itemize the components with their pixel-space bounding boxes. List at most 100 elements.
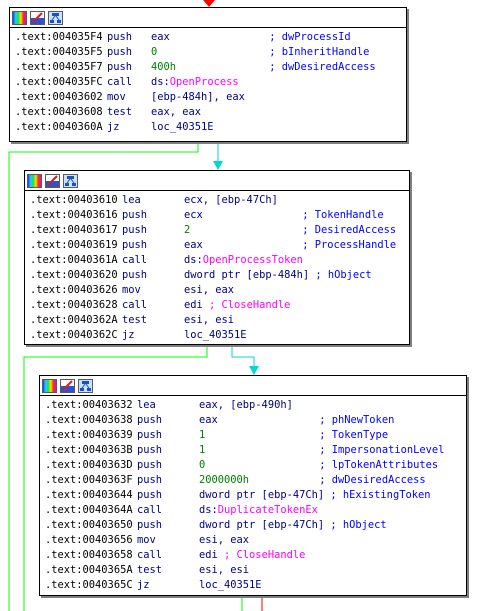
mnemonic: push	[137, 474, 163, 486]
call-target[interactable]: ; CloseHandle	[209, 299, 290, 311]
address: .text:00403628	[30, 299, 118, 311]
operand-value: 400h	[151, 61, 177, 73]
address: .text:004035F7	[15, 61, 103, 73]
code-line[interactable]: .text:00403638 push eax ; phNewToken	[45, 413, 466, 428]
code-block-3[interactable]: .text:00403632 lea eax, [ebp-490h] .text:00…	[39, 375, 467, 596]
code-line[interactable]: .text:00403644 push dword ptr [ebp-47Ch] ;…	[45, 488, 466, 503]
rename-pencil-icon[interactable]	[45, 173, 60, 188]
operand-value: ecx	[184, 209, 203, 221]
comment: ; ImpersonationLevel	[313, 444, 445, 456]
code-line[interactable]: .text:00403626 mov esi, eax	[30, 283, 409, 298]
operand-prefix: ds:	[151, 76, 170, 88]
code-line[interactable]: .text:004035F7 push 400h ; dwDesiredAccess	[15, 60, 406, 75]
comment: ; lpTokenAttributes	[313, 459, 439, 471]
code-line[interactable]: .text:0040361A call ds:OpenProcessToken	[30, 253, 409, 268]
code-line[interactable]: .text:00403632 lea eax, [ebp-490h]	[45, 398, 466, 413]
operand: ds:OpenProcessToken	[184, 253, 303, 268]
mnemonic: push	[122, 209, 148, 221]
code-line[interactable]: .text:0040365C jz loc_40351E	[45, 578, 466, 593]
address: .text:00403638	[45, 414, 133, 426]
comment: ; TokenType	[313, 429, 389, 441]
code-block-1[interactable]: .text:004035F4 push eax ; dwProcessId .text…	[9, 7, 407, 142]
mnemonic: call	[107, 76, 133, 88]
node-color-icon[interactable]	[42, 378, 57, 393]
node-color-icon[interactable]	[12, 10, 27, 25]
code-line[interactable]: .text:00403619 push eax ; ProcessHandle	[30, 238, 409, 253]
code-line[interactable]: .text:00403620 push dword ptr [ebp-484h] ;…	[30, 268, 409, 283]
mnemonic: push	[122, 269, 148, 281]
code-line[interactable]: .text:00403639 push 1 ; TokenType	[45, 428, 466, 443]
address: .text:0040362A	[30, 314, 118, 326]
code-line[interactable]: .text:00403610 lea ecx, [ebp-47Ch]	[30, 193, 409, 208]
address: .text:00403650	[45, 519, 133, 531]
address: .text:00403639	[45, 429, 133, 441]
operand-value: eax	[199, 414, 218, 426]
edge-arrowhead-in	[203, 0, 215, 7]
operand: 2	[184, 223, 296, 238]
call-target[interactable]: DuplicateTokenEx	[218, 504, 318, 516]
operand: dword ptr [ebp-47Ch]	[199, 488, 324, 503]
call-target[interactable]: OpenProcessToken	[203, 254, 303, 266]
call-target[interactable]: ; CloseHandle	[224, 549, 305, 561]
operand: eax	[151, 30, 263, 45]
call-target[interactable]: OpenProcess	[170, 76, 239, 88]
comment: ; bInheritHandle	[263, 46, 370, 58]
code-line[interactable]: .text:0040365A test esi, esi	[45, 563, 466, 578]
operand-value: 1	[199, 429, 206, 441]
address: .text:00403644	[45, 489, 133, 501]
mnemonic: jz	[122, 329, 135, 341]
address: .text:00403658	[45, 549, 133, 561]
address: .text:0040363F	[45, 474, 133, 486]
code-line[interactable]: .text:00403617 push 2 ; DesiredAccess	[30, 223, 409, 238]
code-line[interactable]: .text:004035F4 push eax ; dwProcessId	[15, 30, 406, 45]
mnemonic: jz	[137, 579, 150, 591]
code-line[interactable]: .text:0040362C jz loc_40351E	[30, 328, 409, 343]
mnemonic: push	[137, 459, 163, 471]
code-line[interactable]: .text:0040363D push 0 ; lpTokenAttributes	[45, 458, 466, 473]
operand-value: 0	[151, 46, 158, 58]
rename-pencil-icon[interactable]	[60, 378, 75, 393]
block-header	[40, 376, 466, 396]
address: .text:0040361A	[30, 254, 118, 266]
code-line[interactable]: .text:00403616 push ecx ; TokenHandle	[30, 208, 409, 223]
code-line[interactable]: .text:00403650 push dword ptr [ebp-47Ch] ;…	[45, 518, 466, 533]
code-line[interactable]: .text:00403656 mov esi, eax	[45, 533, 466, 548]
operand: 1	[199, 443, 313, 458]
code-line[interactable]: .text:004035FC call ds:OpenProcess	[15, 75, 406, 90]
operand: eax	[199, 413, 313, 428]
graph-overview-icon[interactable]	[78, 378, 93, 393]
edge-block2-to-block3	[231, 345, 255, 368]
operand-prefix: edi	[184, 299, 210, 311]
mnemonic: push	[137, 429, 163, 441]
code-line[interactable]: .text:004035F5 push 0 ; bInheritHandle	[15, 45, 406, 60]
rename-pencil-icon[interactable]	[30, 10, 45, 25]
code-line[interactable]: .text:0040362A test esi, esi	[30, 313, 409, 328]
mnemonic: push	[137, 519, 163, 531]
comment: ; dwProcessId	[263, 31, 351, 43]
block-header	[25, 171, 409, 191]
graph-view[interactable]: .text:004035F4 push eax ; dwProcessId .text…	[0, 0, 482, 611]
graph-overview-icon[interactable]	[63, 173, 78, 188]
code-line[interactable]: .text:0040363B push 1 ; ImpersonationLevel	[45, 443, 466, 458]
operand: loc_40351E	[184, 328, 296, 343]
code-line[interactable]: .text:0040364A call ds:DuplicateTokenEx	[45, 503, 466, 518]
code-line[interactable]: .text:0040363F push 2000000h ; dwDesiredAc…	[45, 473, 466, 488]
code-line[interactable]: .text:00403608 test eax, eax	[15, 105, 406, 120]
mnemonic: push	[122, 224, 148, 236]
code-line[interactable]: .text:0040360A jz loc_40351E	[15, 120, 406, 135]
operand: esi, eax	[184, 283, 296, 298]
operand: esi, esi	[199, 563, 313, 578]
node-color-icon[interactable]	[27, 173, 42, 188]
code-block-2[interactable]: .text:00403610 lea ecx, [ebp-47Ch] .text:00…	[24, 170, 410, 345]
operand: esi, esi	[184, 313, 296, 328]
operand: 2000000h	[199, 473, 313, 488]
code-line[interactable]: .text:00403658 call edi ; CloseHandle	[45, 548, 466, 563]
operand-value: eax	[184, 239, 203, 251]
code-line[interactable]: .text:00403628 call edi ; CloseHandle	[30, 298, 409, 313]
operand-value: [ebp-484h], eax	[151, 91, 245, 103]
mnemonic: lea	[122, 194, 141, 206]
code-line[interactable]: .text:00403602 mov [ebp-484h], eax	[15, 90, 406, 105]
operand: [ebp-484h], eax	[151, 90, 263, 105]
graph-overview-icon[interactable]	[48, 10, 63, 25]
mnemonic: call	[122, 299, 148, 311]
